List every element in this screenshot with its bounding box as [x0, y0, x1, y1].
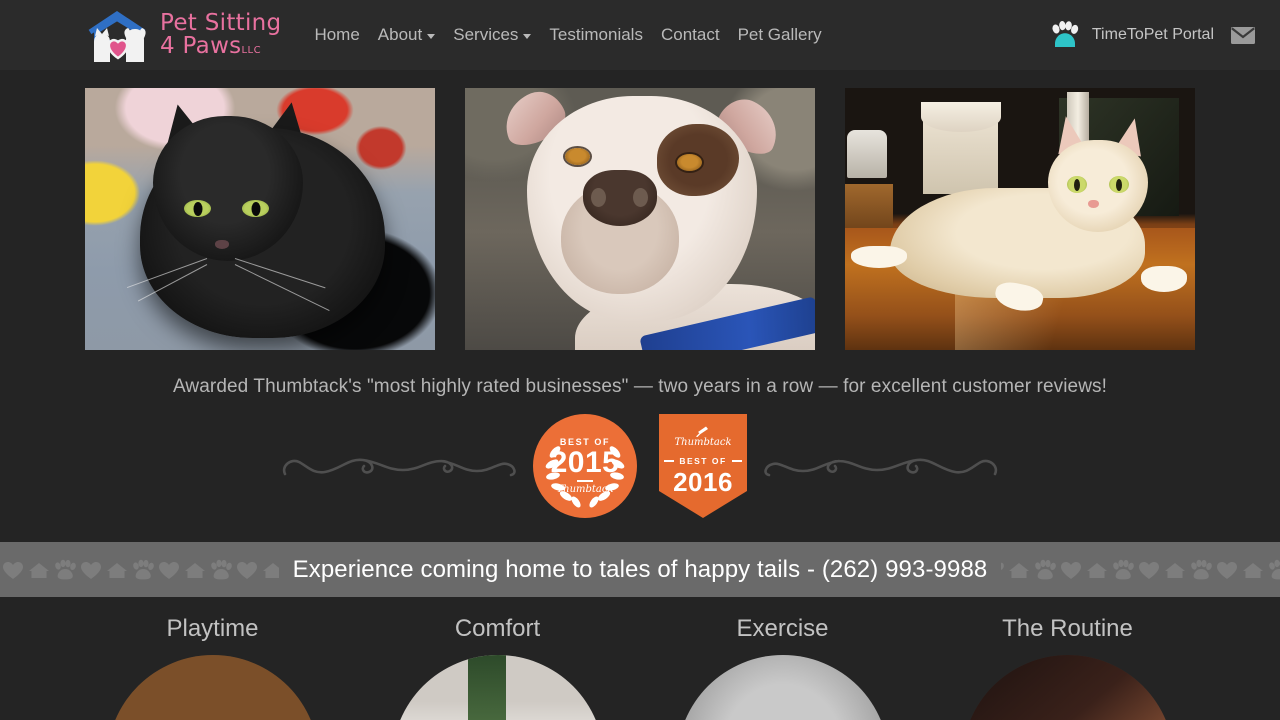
brand-line-1: Pet Sitting [160, 10, 282, 36]
service-title: Playtime [166, 615, 259, 642]
paw-icon [1110, 558, 1136, 582]
heart-icon [1058, 558, 1084, 582]
hero-image-cream-cat[interactable] [845, 88, 1195, 350]
nav-item-contact[interactable]: Contact [652, 19, 729, 51]
service-title: Comfort [454, 615, 541, 642]
awards-section: Awarded Thumbtack's "most highly rated b… [0, 350, 1280, 542]
chevron-down-icon [427, 34, 436, 39]
nav-item-testimonials[interactable]: Testimonials [540, 19, 652, 51]
nav-item-label: Testimonials [549, 25, 643, 44]
service-title: Exercise [736, 615, 829, 642]
service-card-routine[interactable]: The Routine [925, 615, 1210, 720]
heart-icon [234, 558, 260, 582]
ornamental-flourish-right-icon [761, 444, 1001, 488]
nav-item-label: Services [453, 25, 519, 44]
service-title: The Routine [1002, 615, 1133, 642]
brand-line-2: 4 PawsLLC [160, 33, 262, 59]
timetopet-portal-link[interactable]: TimeToPet Portal [1050, 21, 1214, 49]
nav-item-label: Home [314, 25, 360, 44]
paw-heart-house-pattern-left [0, 542, 310, 597]
heart-icon [0, 558, 26, 582]
paw-print-icon [1050, 21, 1080, 49]
badge-2016-brand: Thumbtack [674, 437, 732, 448]
photo-playtime-dog [106, 655, 319, 720]
house-icon [104, 558, 130, 582]
photo-routine-pet [961, 655, 1174, 720]
service-image-circle [676, 655, 889, 720]
service-image-circle [961, 655, 1174, 720]
phone-banner: Experience coming home to tales of happy… [0, 542, 1280, 597]
awards-headline: Awarded Thumbtack's "most highly rated b… [172, 376, 1107, 397]
hero-image-pit-bull[interactable] [465, 88, 815, 350]
service-image-circle [106, 655, 319, 720]
hero-image-black-cat[interactable] [85, 88, 435, 350]
house-icon [1084, 558, 1110, 582]
house-icon [26, 558, 52, 582]
nav-item-label: About [377, 25, 423, 44]
awards-badges-row: BEST OF 2015 Thumbtack Thumbtack BEST OF… [0, 398, 1280, 542]
paw-icon [1266, 558, 1280, 582]
paw-icon [130, 558, 156, 582]
photo-comfort-blankets [391, 655, 604, 720]
photo-pit-bull [465, 88, 815, 350]
chevron-down-icon [523, 34, 532, 39]
brand-logo-link[interactable]: Pet Sitting 4 PawsLLC [84, 8, 281, 62]
house-icon [1006, 558, 1032, 582]
photo-cream-cat [845, 88, 1195, 350]
timetopet-portal-label: TimeToPet Portal [1091, 26, 1214, 43]
photo-black-cat [85, 88, 435, 350]
header-actions: TimeToPet Portal [1050, 21, 1256, 49]
nav-item-services[interactable]: Services [444, 19, 540, 51]
paw-icon [1032, 558, 1058, 582]
nav-item-label: Contact [660, 25, 720, 44]
house-icon [1240, 558, 1266, 582]
service-card-comfort[interactable]: Comfort [355, 615, 640, 720]
house-icon [1162, 558, 1188, 582]
heart-icon [78, 558, 104, 582]
nav-item-pet-gallery[interactable]: Pet Gallery [729, 19, 831, 51]
brand-wordmark: Pet Sitting 4 PawsLLC [160, 12, 281, 58]
envelope-icon[interactable] [1230, 25, 1256, 45]
heart-icon [1214, 558, 1240, 582]
thumbtack-best-of-2016-badge[interactable]: Thumbtack BEST OF 2016 [659, 414, 747, 518]
heart-icon [156, 558, 182, 582]
paw-icon [208, 558, 234, 582]
thumbtack-best-of-2015-badge[interactable]: BEST OF 2015 Thumbtack [533, 414, 637, 518]
ornamental-flourish-left-icon [279, 444, 519, 488]
brand-llc-suffix: LLC [241, 45, 262, 56]
badge-2016-best-of-label: BEST OF [664, 456, 742, 466]
nav-item-about[interactable]: About [369, 19, 444, 51]
house-cat-dog-heart-logo-icon [84, 8, 150, 62]
thumbtack-pin-icon [695, 424, 711, 438]
service-image-circle [391, 655, 604, 720]
service-card-exercise[interactable]: Exercise [640, 615, 925, 720]
nav-item-label: Pet Gallery [737, 25, 822, 44]
phone-banner-text: Experience coming home to tales of happy… [278, 555, 1002, 584]
nav-item-home[interactable]: Home [305, 19, 368, 51]
house-icon [182, 558, 208, 582]
paw-icon [1188, 558, 1214, 582]
photo-exercise-dog [676, 655, 889, 720]
service-card-playtime[interactable]: Playtime [70, 615, 355, 720]
main-navigation: Home About Services Testimonials Contact… [305, 19, 830, 51]
heart-icon [1136, 558, 1162, 582]
hero-section [0, 70, 1280, 350]
services-section: Playtime Comfort Exercise The Routine [0, 597, 1280, 720]
badge-2016-year: 2016 [673, 467, 733, 497]
paw-icon [52, 558, 78, 582]
paw-heart-house-pattern-right [980, 542, 1280, 597]
hero-image-row [0, 88, 1280, 350]
site-header: Pet Sitting 4 PawsLLC Home About Service… [0, 0, 1280, 70]
laurel-wreath-icon [533, 414, 637, 518]
